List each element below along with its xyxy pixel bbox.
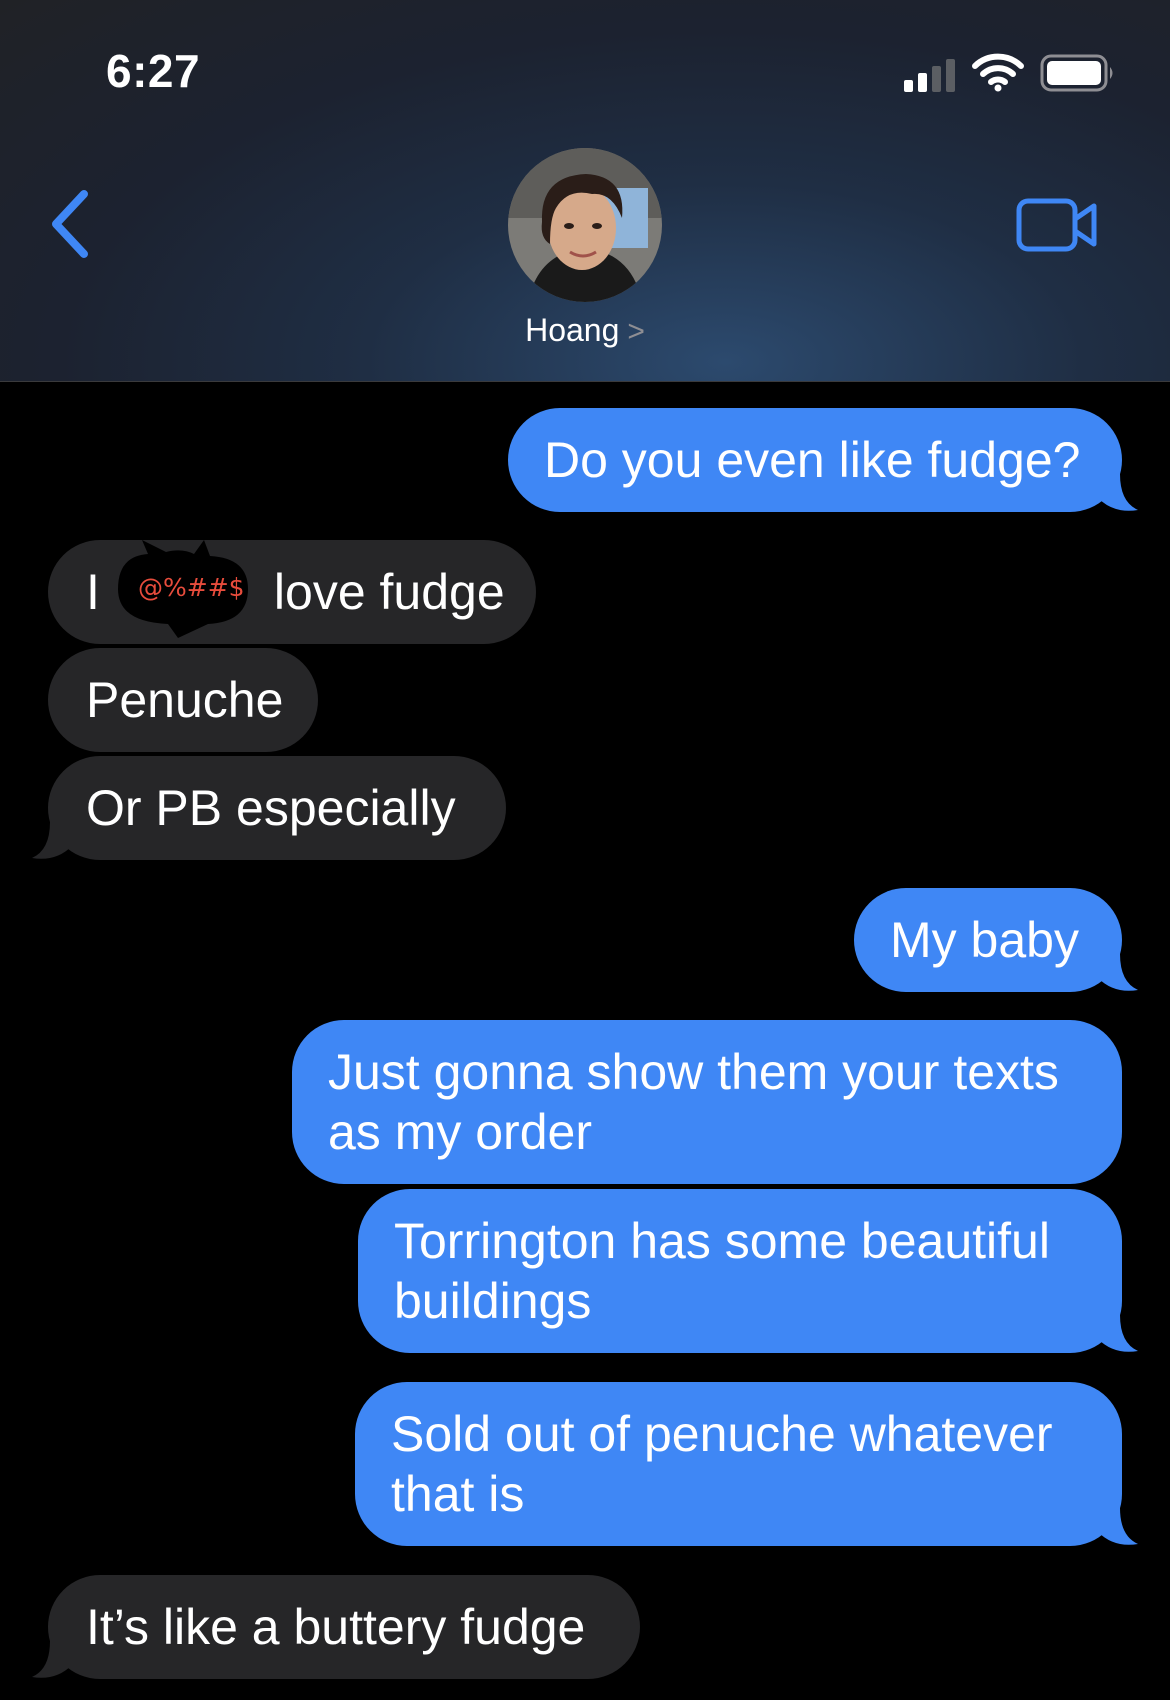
message-text: love fudge	[273, 564, 505, 620]
bubble-tail	[1098, 954, 1138, 991]
chevron-left-icon	[52, 190, 88, 258]
message-text: It’s like a buttery fudge	[86, 1599, 586, 1655]
message-text: Do you even like fudge?	[544, 432, 1081, 488]
contact-name-button[interactable]: Hoang >	[0, 312, 1170, 349]
message-bubble-outgoing[interactable]: My baby	[854, 888, 1122, 992]
message-text-line: as my order	[328, 1104, 592, 1160]
avatar-photo	[508, 148, 662, 302]
bubble-tail	[32, 822, 72, 859]
wifi-icon	[972, 53, 1024, 92]
status-time: 6:27	[106, 45, 201, 97]
bubble-tail	[1098, 474, 1138, 511]
message-text: My baby	[890, 912, 1079, 968]
battery-icon	[1040, 54, 1113, 92]
message-text-line: Sold out of penuche whatever	[391, 1406, 1053, 1462]
message-bubble-incoming[interactable]: Or PB especially	[48, 756, 506, 860]
message-bubble-incoming[interactable]: It’s like a buttery fudge	[48, 1575, 640, 1679]
message-text-line: that is	[391, 1466, 525, 1522]
message-bubble-outgoing[interactable]: Do you even like fudge?	[508, 408, 1122, 512]
bubble-tail	[1098, 1508, 1138, 1545]
message-text: I	[86, 564, 100, 620]
message-bubble-incoming[interactable]: Penuche	[48, 648, 318, 752]
cellular-signal-icon	[904, 58, 958, 92]
message-text-line: buildings	[394, 1273, 592, 1329]
facetime-video-icon	[1016, 198, 1097, 252]
message-text-line: Torrington has some beautiful	[394, 1213, 1050, 1269]
message-text: Penuche	[86, 672, 284, 728]
chevron-right-icon: >	[627, 315, 645, 348]
message-text: Or PB especially	[86, 780, 456, 836]
bubble-tail	[32, 1641, 72, 1678]
message-bubble-outgoing[interactable]: Just gonna show them your texts as my or…	[292, 1020, 1122, 1184]
contact-name: Hoang	[525, 312, 620, 348]
message-text-line: Just gonna show them your texts	[328, 1044, 1059, 1100]
contact-avatar[interactable]	[508, 148, 662, 302]
redaction-text: @%##$	[138, 573, 245, 602]
facetime-video-button[interactable]	[1016, 198, 1098, 252]
message-bubble-outgoing[interactable]: Sold out of penuche whatever that is	[355, 1382, 1122, 1546]
bubble-tail	[1098, 1315, 1138, 1352]
back-button[interactable]	[46, 188, 96, 260]
message-bubble-outgoing[interactable]: Torrington has some beautiful buildings	[358, 1189, 1122, 1353]
redaction-sticker: @%##$	[108, 540, 258, 638]
conversation-header: 6:27 Hoang >	[0, 0, 1170, 382]
